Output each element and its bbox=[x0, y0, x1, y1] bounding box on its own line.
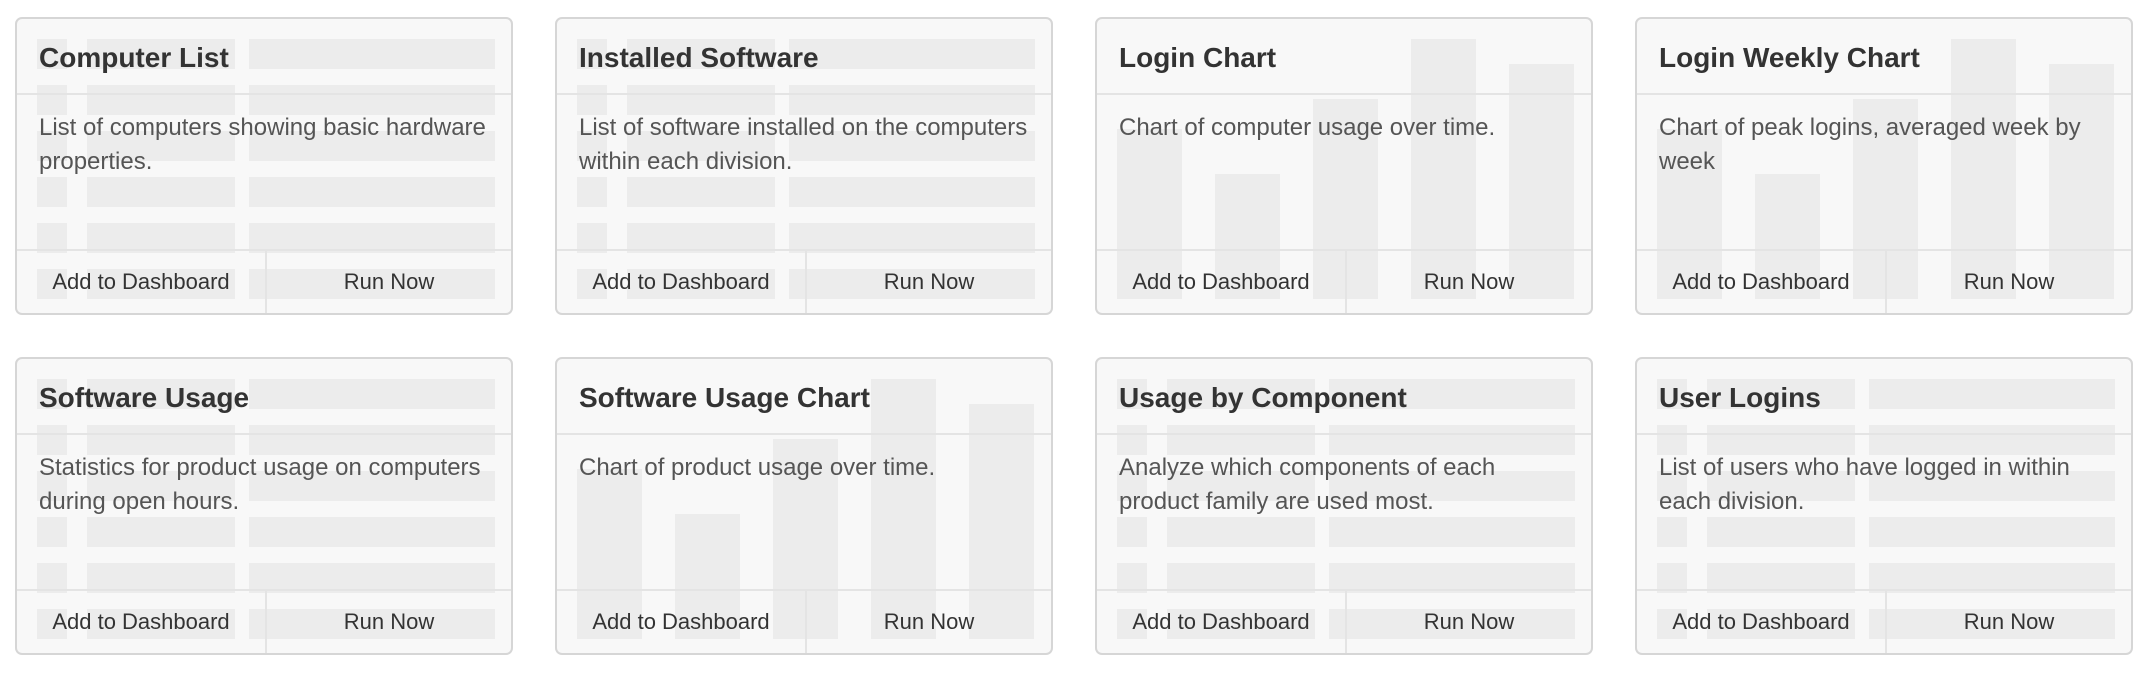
card-description: Chart of product usage over time. bbox=[579, 454, 936, 481]
report-card-installed-software: Installed Software List of software inst… bbox=[555, 17, 1053, 315]
add-to-dashboard-button[interactable]: Add to Dashboard bbox=[1637, 251, 1887, 313]
card-header: Login Chart bbox=[1097, 19, 1591, 95]
card-title: Login Weekly Chart bbox=[1659, 42, 1920, 73]
run-now-button[interactable]: Run Now bbox=[1887, 251, 2131, 313]
report-card-login-chart: Login Chart Chart of computer usage over… bbox=[1095, 17, 1593, 315]
card-description: Chart of peak logins, averaged week by w… bbox=[1659, 114, 2081, 175]
card-description: Analyze which components of each product… bbox=[1119, 454, 1496, 515]
card-body: List of users who have logged in within … bbox=[1637, 435, 2131, 591]
report-card-user-logins: User Logins List of users who have logge… bbox=[1635, 357, 2133, 655]
card-description: List of software installed on the comput… bbox=[579, 114, 1028, 175]
card-description: Statistics for product usage on computer… bbox=[39, 454, 481, 515]
card-header: Software Usage Chart bbox=[557, 359, 1051, 435]
run-now-button[interactable]: Run Now bbox=[807, 251, 1051, 313]
card-footer: Add to Dashboard Run Now bbox=[557, 589, 1051, 653]
card-title: Software Usage Chart bbox=[579, 382, 870, 413]
card-body: Chart of peak logins, averaged week by w… bbox=[1637, 95, 2131, 251]
card-body: Analyze which components of each product… bbox=[1097, 435, 1591, 591]
card-body: Chart of computer usage over time. bbox=[1097, 95, 1591, 251]
card-header: Usage by Component bbox=[1097, 359, 1591, 435]
card-title: Installed Software bbox=[579, 42, 819, 73]
run-now-button[interactable]: Run Now bbox=[1347, 251, 1591, 313]
report-card-computer-list: Computer List List of computers showing … bbox=[15, 17, 513, 315]
card-footer: Add to Dashboard Run Now bbox=[17, 249, 511, 313]
card-footer: Add to Dashboard Run Now bbox=[557, 249, 1051, 313]
card-title: Software Usage bbox=[39, 382, 250, 413]
card-header: Installed Software bbox=[557, 19, 1051, 95]
card-title: Usage by Component bbox=[1119, 382, 1407, 413]
card-body: List of software installed on the comput… bbox=[557, 95, 1051, 251]
add-to-dashboard-button[interactable]: Add to Dashboard bbox=[17, 251, 267, 313]
card-footer: Add to Dashboard Run Now bbox=[1097, 249, 1591, 313]
run-now-button[interactable]: Run Now bbox=[267, 251, 511, 313]
add-to-dashboard-button[interactable]: Add to Dashboard bbox=[1637, 591, 1887, 653]
add-to-dashboard-button[interactable]: Add to Dashboard bbox=[557, 251, 807, 313]
card-footer: Add to Dashboard Run Now bbox=[1097, 589, 1591, 653]
report-card-software-usage-chart: Software Usage Chart Chart of product us… bbox=[555, 357, 1053, 655]
card-body: Statistics for product usage on computer… bbox=[17, 435, 511, 591]
run-now-button[interactable]: Run Now bbox=[267, 591, 511, 653]
run-now-button[interactable]: Run Now bbox=[1347, 591, 1591, 653]
run-now-button[interactable]: Run Now bbox=[1887, 591, 2131, 653]
report-card-grid: Computer List List of computers showing … bbox=[15, 17, 2133, 655]
add-to-dashboard-button[interactable]: Add to Dashboard bbox=[1097, 591, 1347, 653]
card-description: List of computers showing basic hardware… bbox=[39, 114, 486, 175]
card-header: Computer List bbox=[17, 19, 511, 95]
card-footer: Add to Dashboard Run Now bbox=[1637, 249, 2131, 313]
report-card-usage-by-component: Usage by Component Analyze which compone… bbox=[1095, 357, 1593, 655]
card-footer: Add to Dashboard Run Now bbox=[1637, 589, 2131, 653]
card-title: Login Chart bbox=[1119, 42, 1277, 73]
report-card-software-usage: Software Usage Statistics for product us… bbox=[15, 357, 513, 655]
card-title: Computer List bbox=[39, 42, 229, 73]
card-body: List of computers showing basic hardware… bbox=[17, 95, 511, 251]
card-body: Chart of product usage over time. bbox=[557, 435, 1051, 591]
add-to-dashboard-button[interactable]: Add to Dashboard bbox=[1097, 251, 1347, 313]
add-to-dashboard-button[interactable]: Add to Dashboard bbox=[17, 591, 267, 653]
card-header: Login Weekly Chart bbox=[1637, 19, 2131, 95]
card-title: User Logins bbox=[1659, 382, 1821, 413]
run-now-button[interactable]: Run Now bbox=[807, 591, 1051, 653]
report-card-login-weekly-chart: Login Weekly Chart Chart of peak logins,… bbox=[1635, 17, 2133, 315]
card-footer: Add to Dashboard Run Now bbox=[17, 589, 511, 653]
card-header: User Logins bbox=[1637, 359, 2131, 435]
card-description: Chart of computer usage over time. bbox=[1119, 114, 1496, 141]
add-to-dashboard-button[interactable]: Add to Dashboard bbox=[557, 591, 807, 653]
card-description: List of users who have logged in within … bbox=[1659, 454, 2070, 515]
card-header: Software Usage bbox=[17, 359, 511, 435]
